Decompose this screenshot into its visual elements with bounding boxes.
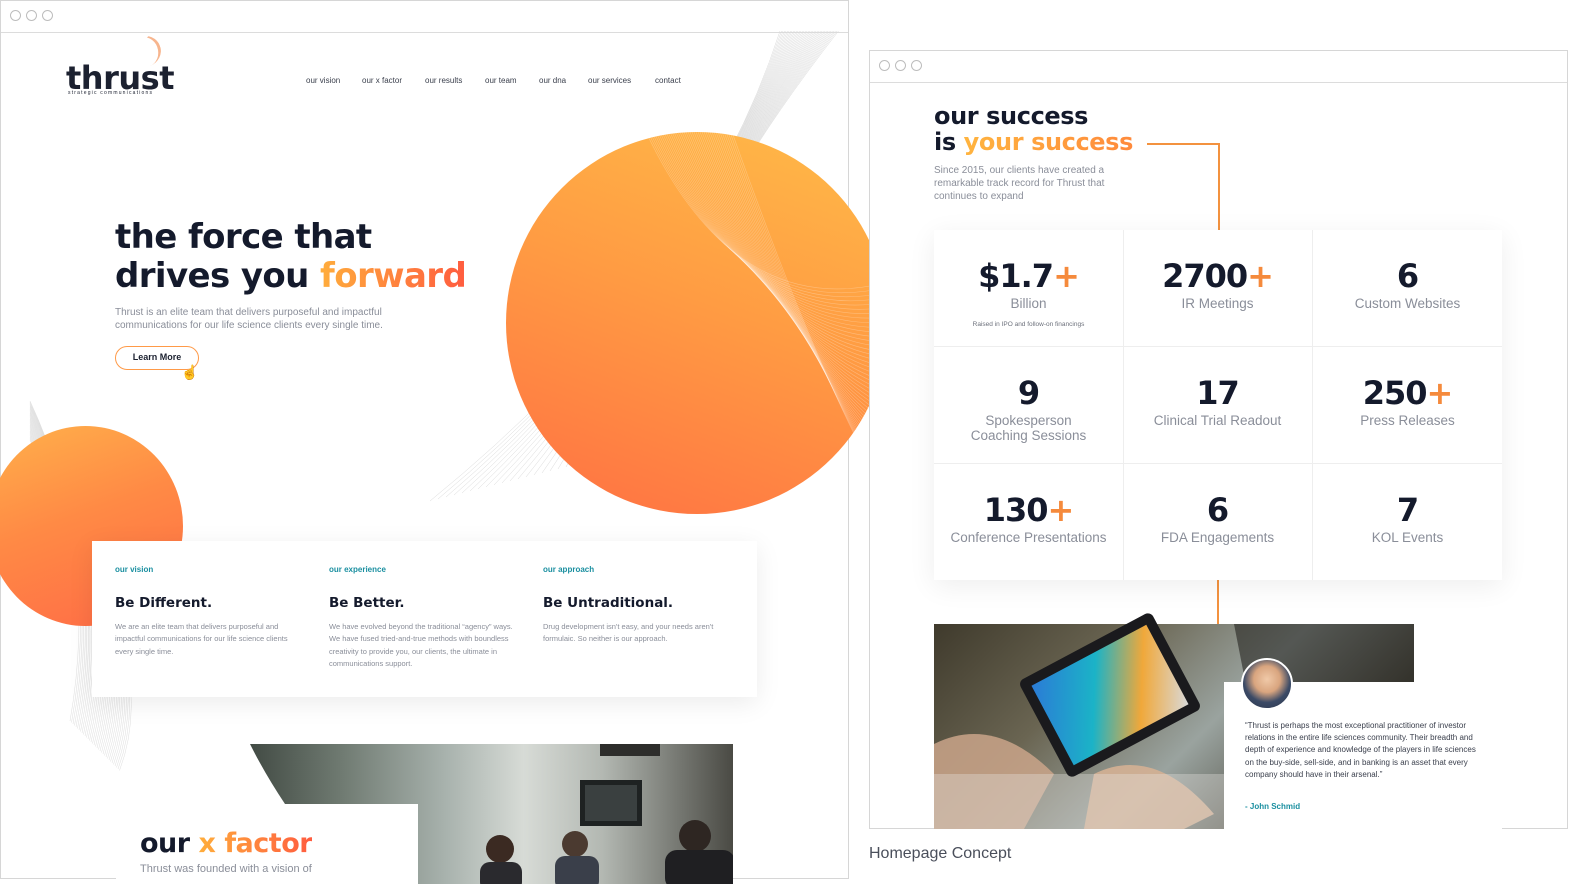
success-heading-line1: our success — [934, 102, 1089, 130]
window-maximize-icon[interactable] — [42, 10, 53, 21]
success-heading-plain: is — [934, 128, 964, 156]
card-title: Be Better. — [329, 595, 405, 611]
nav-contact[interactable]: contact — [655, 76, 681, 85]
stat-number: $1.7 — [978, 257, 1054, 295]
stat-plus: + — [1426, 374, 1453, 412]
card-kicker[interactable]: our experience — [329, 565, 386, 574]
window-minimize-icon[interactable] — [895, 60, 906, 71]
feature-cards: our vision Be Different. We are an elite… — [92, 541, 757, 697]
stat-label: Spokesperson Coaching Sessions — [970, 413, 1087, 443]
card-text: We are an elite team that delivers purpo… — [115, 622, 288, 656]
connector-line — [1147, 143, 1220, 145]
stat-billion: $1.7+ Billion Raised in IPO and follow-o… — [934, 230, 1123, 346]
stat-plus: + — [1247, 257, 1274, 295]
window-close-icon[interactable] — [10, 10, 21, 21]
stat-clinical-trial: 17 Clinical Trial Readout — [1123, 347, 1312, 463]
hero-heading-highlight: forward — [320, 256, 467, 296]
stat-label: KOL Events — [1371, 530, 1444, 545]
stat-number: 6 — [1206, 491, 1229, 529]
stat-conference: 130+ Conference Presentations — [934, 464, 1123, 580]
card-title: Be Different. — [115, 595, 213, 611]
success-heading-line2: is your success — [934, 129, 1133, 155]
stat-label: Billion — [1010, 296, 1047, 311]
stat-label: FDA Engagements — [1160, 530, 1275, 545]
avatar — [1241, 658, 1293, 710]
xfactor-heading-plain: our — [140, 828, 199, 859]
browser-titlebar — [870, 51, 1567, 83]
xfactor-heading-highlight: x factor — [198, 828, 313, 859]
stat-plus: + — [1053, 257, 1080, 295]
stat-label: IR Meetings — [1181, 296, 1254, 311]
connector-line — [1217, 580, 1219, 624]
success-heading: our success is your success — [934, 103, 1133, 155]
logo-tagline: strategic communications — [68, 90, 154, 96]
success-heading-highlight: your success — [963, 128, 1134, 156]
nav-our-results[interactable]: our results — [425, 76, 462, 85]
nav-our-x-factor[interactable]: our x factor — [362, 76, 402, 85]
stat-value: 7 — [1313, 490, 1502, 530]
stat-label: Conference Presentations — [950, 530, 1107, 545]
card-text: We have evolved beyond the traditional “… — [329, 622, 513, 668]
stat-value: 6 — [1313, 256, 1502, 296]
success-subtitle: Since 2015, our clients have created a r… — [934, 165, 1105, 202]
image-caption: Homepage Concept — [869, 845, 1012, 862]
stat-spokesperson: 9 Spokesperson Coaching Sessions — [934, 347, 1123, 463]
browser-titlebar — [1, 1, 848, 33]
window-minimize-icon[interactable] — [26, 10, 37, 21]
card-kicker[interactable]: our vision — [115, 565, 153, 574]
stat-number: 250 — [1362, 374, 1428, 412]
hero-heading: the force that drives you forward — [115, 217, 467, 296]
stat-number: 2700 — [1162, 257, 1248, 295]
hero-heading-plain: drives you — [115, 256, 321, 296]
stat-note: Raised in IPO and follow-on financings — [972, 321, 1085, 328]
xfactor-subtitle: Thrust was founded with a vision of — [140, 863, 312, 875]
xfactor-heading: our x factor — [140, 828, 313, 859]
stat-value: 17 — [1123, 373, 1312, 413]
stat-custom-websites: 6 Custom Websites — [1313, 230, 1502, 346]
pointer-hand-icon: ☝ — [181, 364, 199, 380]
testimonial-text: “Thrust is perhaps the most exceptional … — [1245, 721, 1476, 779]
testimonial-author[interactable]: - John Schmid — [1245, 802, 1300, 811]
card-text: Drug development isn't easy, and your ne… — [543, 622, 714, 644]
stat-number: 6 — [1396, 257, 1419, 295]
stat-value: 130+ — [934, 490, 1123, 530]
stat-ir-meetings: 2700+ IR Meetings — [1123, 230, 1312, 346]
stat-fda: 6 FDA Engagements — [1123, 464, 1312, 580]
stat-value: 2700+ — [1123, 256, 1312, 296]
stat-value: 9 — [934, 373, 1123, 413]
stat-value: 250+ — [1313, 373, 1502, 413]
hero-heading-line1: the force that — [115, 217, 372, 257]
stat-plus: + — [1047, 491, 1074, 529]
card-kicker[interactable]: our approach — [543, 565, 594, 574]
hero-subtitle: Thrust is an elite team that delivers pu… — [115, 307, 383, 331]
stats-grid: $1.7+ Billion Raised in IPO and follow-o… — [934, 230, 1502, 580]
stat-number: 7 — [1396, 491, 1419, 529]
nav-our-services[interactable]: our services — [588, 76, 631, 85]
sun-line-pattern — [645, 132, 888, 498]
card-title: Be Untraditional. — [543, 595, 674, 611]
nav-our-dna[interactable]: our dna — [539, 76, 566, 85]
nav-our-team[interactable]: our team — [485, 76, 517, 85]
stat-number: 17 — [1196, 374, 1240, 412]
stat-number: 130 — [983, 491, 1049, 529]
window-maximize-icon[interactable] — [911, 60, 922, 71]
stat-label: Custom Websites — [1354, 296, 1461, 311]
hero-heading-line2: drives you forward — [115, 256, 467, 296]
stat-label: Press Releases — [1360, 413, 1455, 428]
connector-line — [1218, 143, 1220, 230]
stat-number: 9 — [1017, 374, 1040, 412]
stat-value: 6 — [1123, 490, 1312, 530]
stat-label: Clinical Trial Readout — [1153, 413, 1282, 428]
nav-our-vision[interactable]: our vision — [306, 76, 340, 85]
window-close-icon[interactable] — [879, 60, 890, 71]
stat-kol: 7 KOL Events — [1313, 464, 1502, 580]
stat-press-releases: 250+ Press Releases — [1313, 347, 1502, 463]
stat-value: $1.7+ — [934, 256, 1123, 296]
